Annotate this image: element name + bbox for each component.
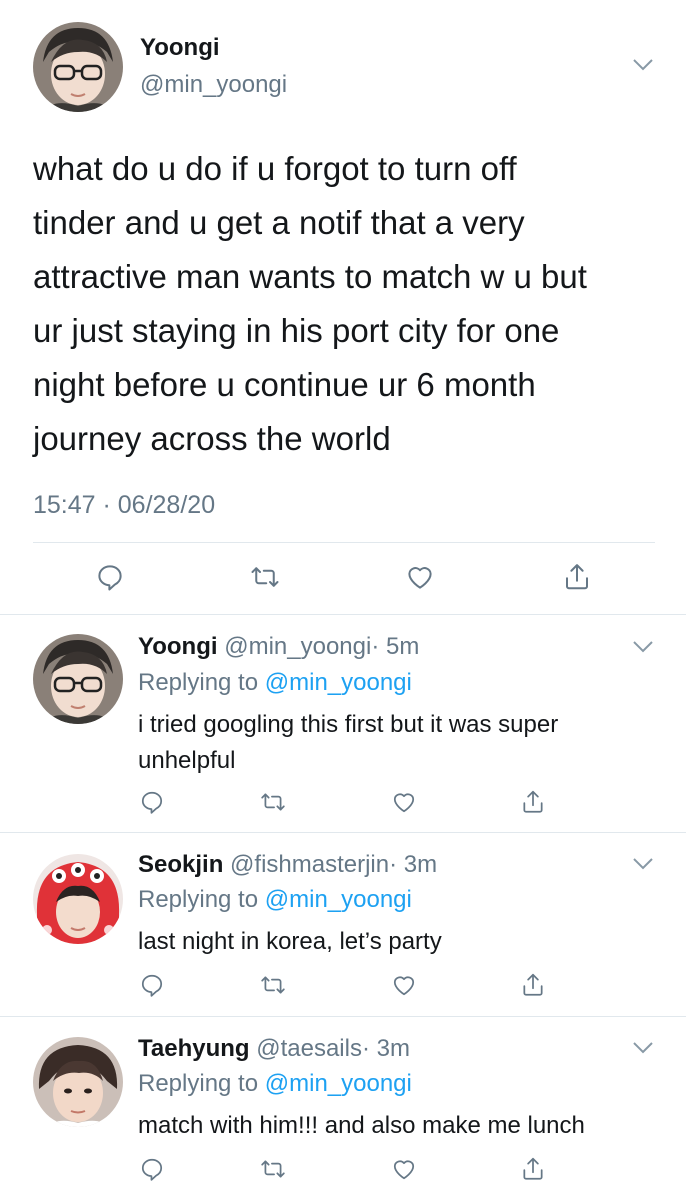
share-icon[interactable] xyxy=(562,562,592,592)
reply-icon[interactable] xyxy=(139,1156,165,1182)
reply-header: Taehyung @taesails· 3m xyxy=(138,1035,410,1063)
chevron-down-icon[interactable] xyxy=(632,857,654,871)
reply-text-line: last night in korea, let’s party xyxy=(138,928,442,955)
divider xyxy=(33,542,655,543)
chevron-down-icon[interactable] xyxy=(632,58,654,72)
reply-time: · 5m xyxy=(371,633,420,660)
like-icon[interactable] xyxy=(391,1156,417,1182)
reply-author-name[interactable]: Yoongi xyxy=(138,633,218,660)
replying-to: Replying to @min_yoongi xyxy=(138,1070,412,1098)
divider xyxy=(0,614,686,615)
replying-to-label: Replying to xyxy=(138,886,259,913)
divider xyxy=(0,1016,686,1017)
like-icon[interactable] xyxy=(391,789,417,815)
reply-text-line: unhelpful xyxy=(138,747,236,774)
tweet-text-line: ur just staying in his port city for one xyxy=(33,312,560,349)
reply-author-name[interactable]: Seokjin xyxy=(138,851,223,878)
reply-text: match with him!!! and also make me lunch xyxy=(138,1111,585,1141)
replying-to: Replying to @min_yoongi xyxy=(138,669,412,697)
reply-header: Yoongi @min_yoongi· 5m xyxy=(138,633,419,661)
reply-author-name[interactable]: Taehyung xyxy=(138,1035,250,1062)
avatar-taehyung[interactable] xyxy=(33,1037,123,1127)
replying-to-handle[interactable]: @min_yoongi xyxy=(265,669,412,696)
like-icon[interactable] xyxy=(391,972,417,998)
reply-text: last night in korea, let’s party xyxy=(138,927,442,957)
avatar-yoongi[interactable] xyxy=(33,22,123,112)
reply-text: i tried googling this first but it was s… xyxy=(138,707,558,779)
reply-time: · 3m xyxy=(361,1035,410,1062)
reply-author-handle[interactable]: @taesails xyxy=(256,1035,362,1062)
replying-to-label: Replying to xyxy=(138,669,259,696)
divider xyxy=(0,832,686,833)
retweet-icon[interactable] xyxy=(260,789,286,815)
tweet-text: what do u do if u forgot to turn off tin… xyxy=(33,142,587,466)
replying-to: Replying to @min_yoongi xyxy=(138,886,412,914)
tweet-text-line: what do u do if u forgot to turn off xyxy=(33,150,517,187)
reply-header: Seokjin @fishmasterjin· 3m xyxy=(138,851,437,879)
like-icon[interactable] xyxy=(405,562,435,592)
tweet-text-line: tinder and u get a notif that a very xyxy=(33,204,525,241)
author-name[interactable]: Yoongi xyxy=(140,34,220,62)
share-icon[interactable] xyxy=(520,789,546,815)
tweet-text-line: night before u continue ur 6 month xyxy=(33,366,536,403)
reply-author-handle[interactable]: @min_yoongi xyxy=(224,633,371,660)
reply-icon[interactable] xyxy=(139,789,165,815)
reply-text-line: i tried googling this first but it was s… xyxy=(138,711,559,738)
retweet-icon[interactable] xyxy=(250,562,280,592)
avatar-yoongi[interactable] xyxy=(33,634,123,724)
replying-to-handle[interactable]: @min_yoongi xyxy=(265,886,412,913)
share-icon[interactable] xyxy=(520,972,546,998)
retweet-icon[interactable] xyxy=(260,972,286,998)
tweet-text-line: journey across the world xyxy=(33,420,391,457)
chevron-down-icon[interactable] xyxy=(632,1041,654,1055)
reply-time: · 3m xyxy=(389,851,438,878)
author-handle[interactable]: @min_yoongi xyxy=(140,71,287,99)
replying-to-handle[interactable]: @min_yoongi xyxy=(265,1070,412,1097)
share-icon[interactable] xyxy=(520,1156,546,1182)
reply-icon[interactable] xyxy=(139,972,165,998)
reply-text-line: match with him!!! and also make me lunch xyxy=(138,1112,585,1139)
reply-author-handle[interactable]: @fishmasterjin xyxy=(230,851,389,878)
avatar-seokjin[interactable] xyxy=(33,854,123,944)
tweet-text-line: attractive man wants to match w u but xyxy=(33,258,587,295)
replying-to-label: Replying to xyxy=(138,1070,259,1097)
retweet-icon[interactable] xyxy=(260,1156,286,1182)
reply-icon[interactable] xyxy=(95,562,125,592)
chevron-down-icon[interactable] xyxy=(632,640,654,654)
tweet-timestamp[interactable]: 15:47 · 06/28/20 xyxy=(33,491,215,520)
